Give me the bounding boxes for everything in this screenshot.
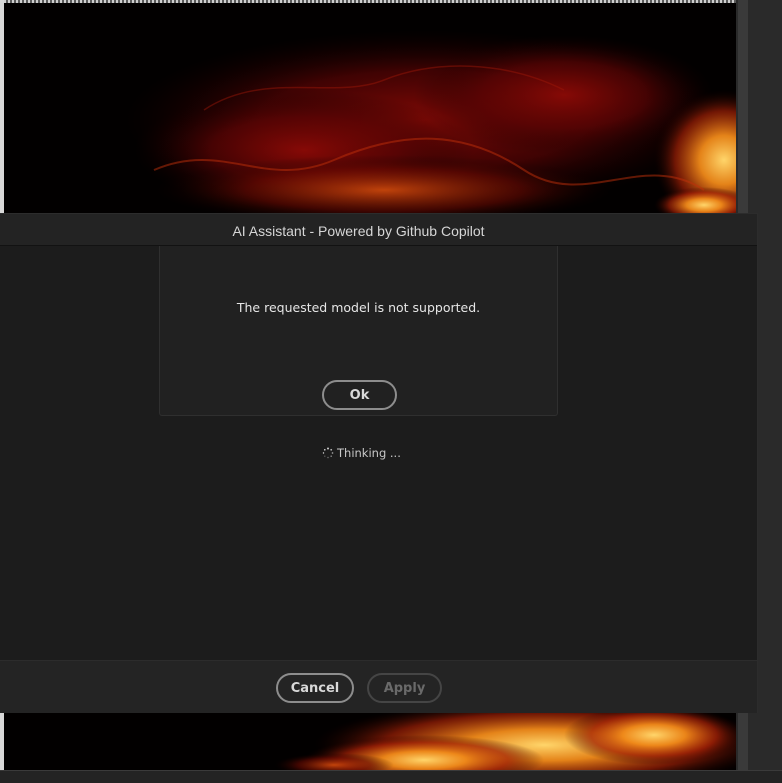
apply-button[interactable]: Apply [367, 673, 442, 703]
dialog-titlebar[interactable]: AI Assistant - Powered by Github Copilot [0, 214, 757, 246]
bottom-status-bar [0, 770, 782, 783]
dialog-footer: Cancel Apply [0, 660, 757, 713]
error-alert: The requested model is not supported. Ok [159, 246, 558, 416]
app-window: AI Assistant - Powered by Github Copilot… [0, 0, 782, 783]
ai-assistant-dialog: AI Assistant - Powered by Github Copilot… [0, 213, 758, 713]
ok-button[interactable]: Ok [322, 380, 397, 410]
thinking-label: Thinking ... [337, 446, 401, 460]
thinking-status: Thinking ... [322, 445, 401, 461]
canvas-top-border [4, 0, 736, 3]
dialog-body: The requested model is not supported. Ok… [0, 246, 757, 660]
alert-message: The requested model is not supported. [236, 300, 481, 315]
cancel-button[interactable]: Cancel [276, 673, 354, 703]
dialog-title: AI Assistant - Powered by Github Copilot [232, 223, 485, 239]
loading-spinner-icon [322, 447, 334, 459]
